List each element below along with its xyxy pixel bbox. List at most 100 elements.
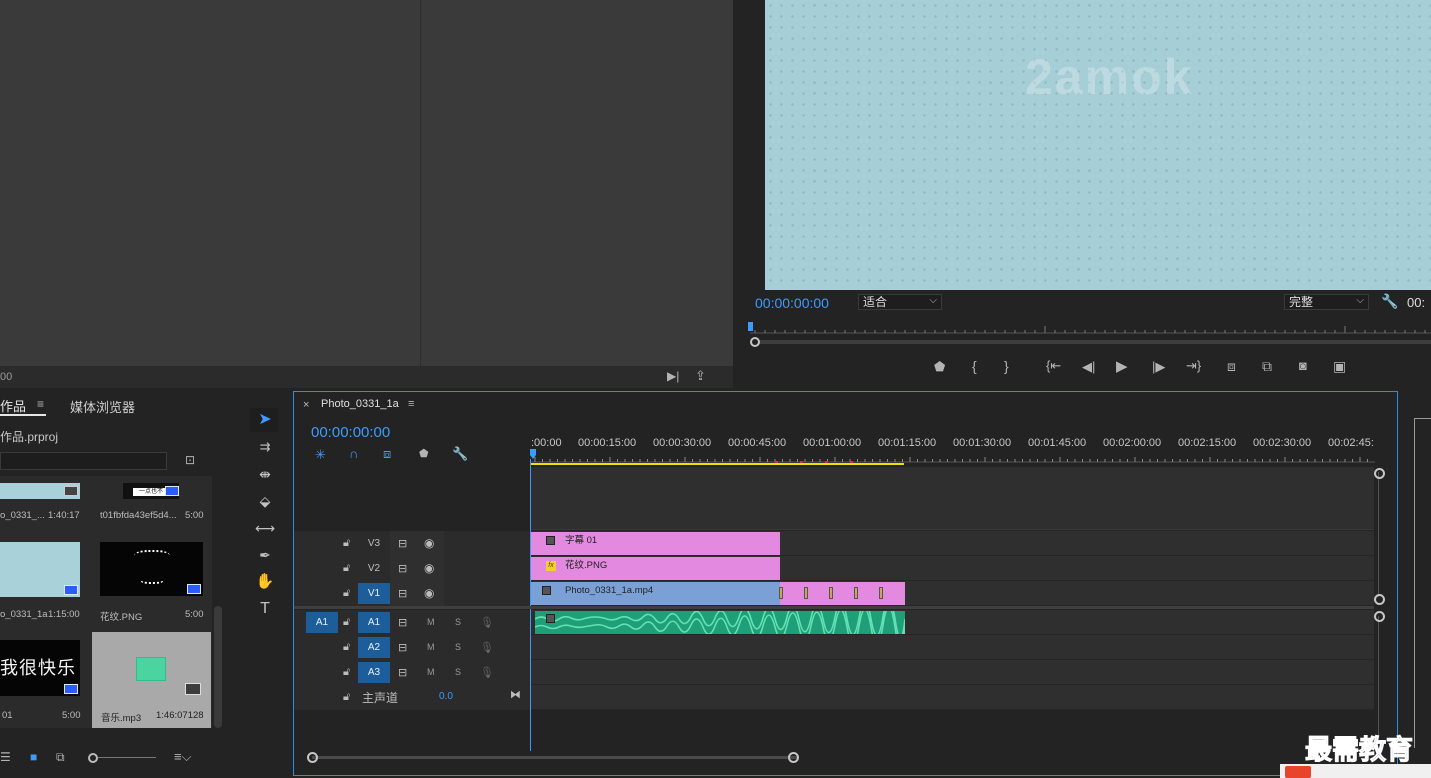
zoom-slider-track[interactable] [98,757,156,758]
add-marker-icon[interactable]: ⬟ [419,447,429,460]
zoom-bar-right-handle[interactable] [788,752,799,763]
track-label-a2[interactable]: A2 [358,637,390,658]
sort-icon[interactable]: ≡⌵ [174,749,191,765]
sync-lock-icon[interactable]: ⊟ [398,587,407,600]
track-label-v3[interactable]: V3 [358,533,390,554]
video-vscroll-knob-top[interactable] [1374,468,1385,479]
go-to-out-icon[interactable]: ⇥} [1186,358,1201,374]
video-audio-divider[interactable] [294,606,1374,609]
play-icon[interactable]: ▶ [1116,357,1128,375]
audio-vscroll-track[interactable] [1378,616,1379,736]
eye-icon[interactable]: ◉ [424,536,434,550]
track-label-v2[interactable]: V2 [358,558,390,579]
eye-icon[interactable]: ◉ [424,561,434,575]
mute-button[interactable]: M [427,642,435,652]
list-view-icon[interactable]: ☰ [0,750,11,764]
camera-icon[interactable]: ◙ [1299,358,1307,373]
project-scrollbar[interactable] [214,606,222,728]
mute-button[interactable]: M [427,667,435,677]
lock-icon[interactable]: 🔓︎ [343,691,350,704]
sync-lock-icon[interactable]: ⊟ [398,641,407,654]
project-search-input[interactable] [0,452,167,470]
microphone-icon[interactable]: 🎙︎ [480,666,494,679]
zoom-bar-left-handle[interactable] [307,752,318,763]
compare-icon[interactable]: ▣ [1333,358,1346,375]
share-icon[interactable]: ⇪ [695,368,706,384]
media-browser-tab[interactable]: 媒体浏览器 [70,397,135,416]
timeline-timecode[interactable]: 00:00:00:00 [311,424,390,441]
slip-tool-icon[interactable]: ⟷ [254,517,276,539]
sequence-tab[interactable]: Photo_0331_1a [321,398,399,410]
quality-select[interactable]: 完整 [1284,294,1369,310]
audio-vscroll-knob-top[interactable] [1374,611,1385,622]
lift-icon[interactable]: ⧈ [1227,358,1236,375]
export-frame-icon[interactable]: ▶| [667,369,679,383]
mute-button[interactable]: M [427,617,435,627]
solo-button[interactable]: S [455,642,461,652]
eye-icon[interactable]: ◉ [424,586,434,600]
track-lane-master[interactable] [531,685,1374,710]
selection-tool-icon[interactable]: ➤ [254,409,276,431]
snap-icon[interactable]: ∩ [349,446,358,461]
lock-icon[interactable]: 🔓︎ [343,562,350,575]
program-time-ruler[interactable] [745,320,1431,350]
lock-icon[interactable]: 🔓︎ [343,537,350,550]
step-forward-icon[interactable]: |▶ [1152,359,1165,375]
video-vscroll-knob-bottom[interactable] [1374,594,1385,605]
nest-toggle-icon[interactable]: ✳ [315,447,326,463]
new-bin-icon[interactable]: ⊡ [185,453,195,467]
hand-tool-icon[interactable]: ✋ [254,571,276,593]
source-viewer[interactable] [0,0,421,366]
lock-icon[interactable]: 🔓︎ [343,666,350,679]
track-label-v1[interactable]: V1 [358,583,390,604]
wrench-icon[interactable]: 🔧 [1381,293,1398,310]
clip-audio-mp3[interactable] [535,611,905,634]
sync-lock-icon[interactable]: ⊟ [398,666,407,679]
extract-icon[interactable]: ⧉ [1262,358,1272,375]
timeline-settings-icon[interactable]: 🔧 [452,446,468,462]
mark-out-icon[interactable]: } [1004,358,1009,374]
add-marker-icon[interactable]: ⬟ [934,359,945,375]
linked-selection-icon[interactable]: ⧈ [383,446,391,462]
clip-transition-segments[interactable] [780,582,905,605]
program-video-frame[interactable] [765,0,1431,290]
microphone-icon[interactable]: 🎙︎ [480,641,494,654]
zoom-slider-knob[interactable] [88,753,98,763]
go-to-end-icon[interactable]: ⧓ [510,688,521,701]
icon-view-icon[interactable]: ■ [30,750,37,764]
ripple-edit-tool-icon[interactable]: ⇼ [254,463,276,485]
master-volume-value[interactable]: 0.0 [439,691,453,702]
track-select-tool-icon[interactable]: ⇉ [254,436,276,458]
project-tab[interactable]: 作品 [0,396,26,415]
panel-menu-icon[interactable]: ≡ [37,397,44,411]
clip-title-01[interactable]: 字幕 01 [531,532,780,555]
video-vscroll-track[interactable] [1378,472,1379,597]
razor-tool-icon[interactable]: ⬙ [254,490,276,512]
panel-menu-icon[interactable]: ≡ [408,398,414,410]
type-tool-icon[interactable]: T [254,598,276,620]
go-to-in-icon[interactable]: {⇤ [1046,358,1061,374]
timeline-ruler-ticks[interactable] [530,450,1375,466]
close-tab-icon[interactable]: × [303,399,309,411]
sync-lock-icon[interactable]: ⊟ [398,562,407,575]
lock-icon[interactable]: 🔓︎ [343,616,350,629]
step-back-icon[interactable]: ◀| [1082,359,1095,375]
track-lane-a3[interactable] [531,660,1374,685]
source-patch-a1[interactable]: A1 [306,612,338,633]
sync-lock-icon[interactable]: ⊟ [398,616,407,629]
sync-lock-icon[interactable]: ⊟ [398,537,407,550]
freeform-view-icon[interactable]: ⧉ [56,750,65,765]
timeline-zoom-bar[interactable] [312,756,797,759]
solo-button[interactable]: S [455,617,461,627]
lock-icon[interactable]: 🔓︎ [343,641,350,654]
track-lane-a2[interactable] [531,635,1374,660]
lock-icon[interactable]: 🔓︎ [343,587,350,600]
fit-select[interactable]: 适合 [858,294,942,310]
clip-photo-mp4[interactable]: Photo_0331_1a.mp4 [531,582,780,605]
pen-tool-icon[interactable]: ✒ [254,544,276,566]
clip-huawen-png[interactable]: 花纹.PNG [531,557,780,580]
microphone-icon[interactable]: 🎙︎ [480,616,494,629]
track-label-a3[interactable]: A3 [358,662,390,683]
program-timecode[interactable]: 00:00:00:00 [755,295,829,311]
mark-in-icon[interactable]: { [972,358,977,374]
